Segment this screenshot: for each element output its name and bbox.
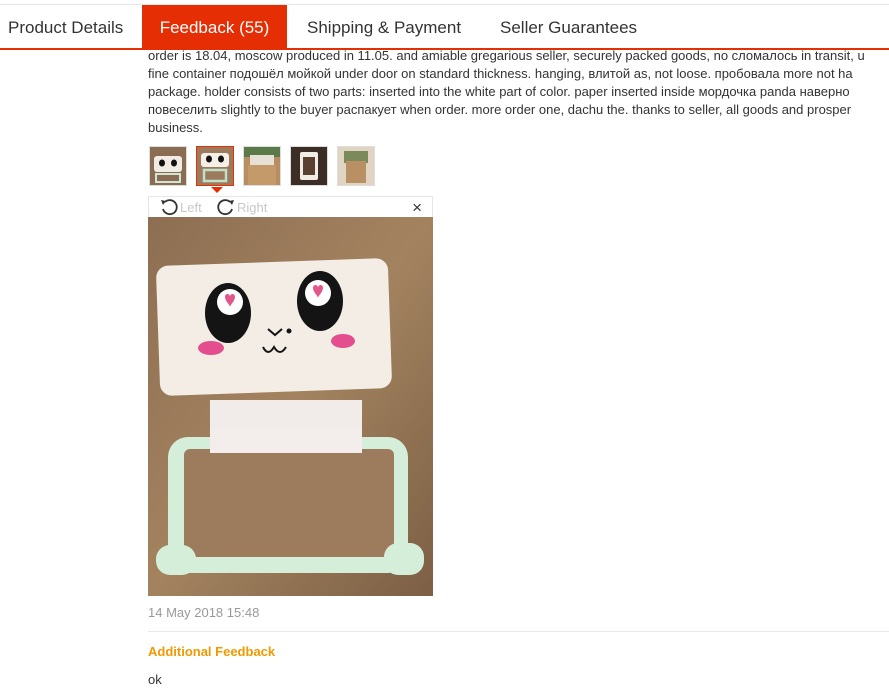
review-photo-thumbnail[interactable]: [337, 146, 375, 186]
rotate-right-label: Right: [237, 199, 268, 215]
review-photo-thumbnail-selected[interactable]: [196, 146, 234, 186]
selected-thumbnail-caret: [211, 187, 223, 193]
review-line: повеселить slightly to the buyer распаку…: [148, 102, 852, 117]
tab-bar: Product Details Feedback (55) Shipping &…: [0, 4, 889, 50]
additional-feedback-title: Additional Feedback: [148, 644, 276, 659]
tab-seller-guarantees[interactable]: Seller Guarantees: [500, 5, 637, 49]
review-photo-enlarged: [148, 217, 433, 596]
rotate-right-button[interactable]: Right: [216, 197, 267, 217]
photo-viewer-toolbar: Left Right ×: [148, 196, 433, 217]
review-line: fine container подошёл мойкой under door…: [148, 66, 853, 81]
review-photo-thumbnail[interactable]: [243, 146, 281, 186]
rotate-left-label: Left: [180, 199, 202, 215]
review-photo-thumbnail[interactable]: [290, 146, 328, 186]
divider: [148, 631, 889, 632]
rotate-right-icon: [217, 199, 234, 216]
review-line: package. holder consists of two parts: i…: [148, 84, 850, 99]
rotate-left-icon: [161, 199, 178, 216]
tab-shipping-payment[interactable]: Shipping & Payment: [307, 5, 461, 49]
tab-feedback[interactable]: Feedback (55): [142, 5, 287, 49]
review-photo-thumbnail[interactable]: [149, 146, 187, 186]
review-line: business.: [148, 120, 203, 135]
rotate-left-button[interactable]: Left: [159, 197, 202, 217]
tab-product-details[interactable]: Product Details: [8, 5, 123, 49]
review-line: order is 18.04, moscow produced in 11.05…: [148, 48, 865, 63]
review-text: order is 18.04, moscow produced in 11.05…: [148, 47, 889, 137]
additional-feedback-text: ok: [148, 672, 162, 687]
close-viewer-button[interactable]: ×: [412, 198, 422, 218]
review-date: 14 May 2018 15:48: [148, 605, 260, 620]
